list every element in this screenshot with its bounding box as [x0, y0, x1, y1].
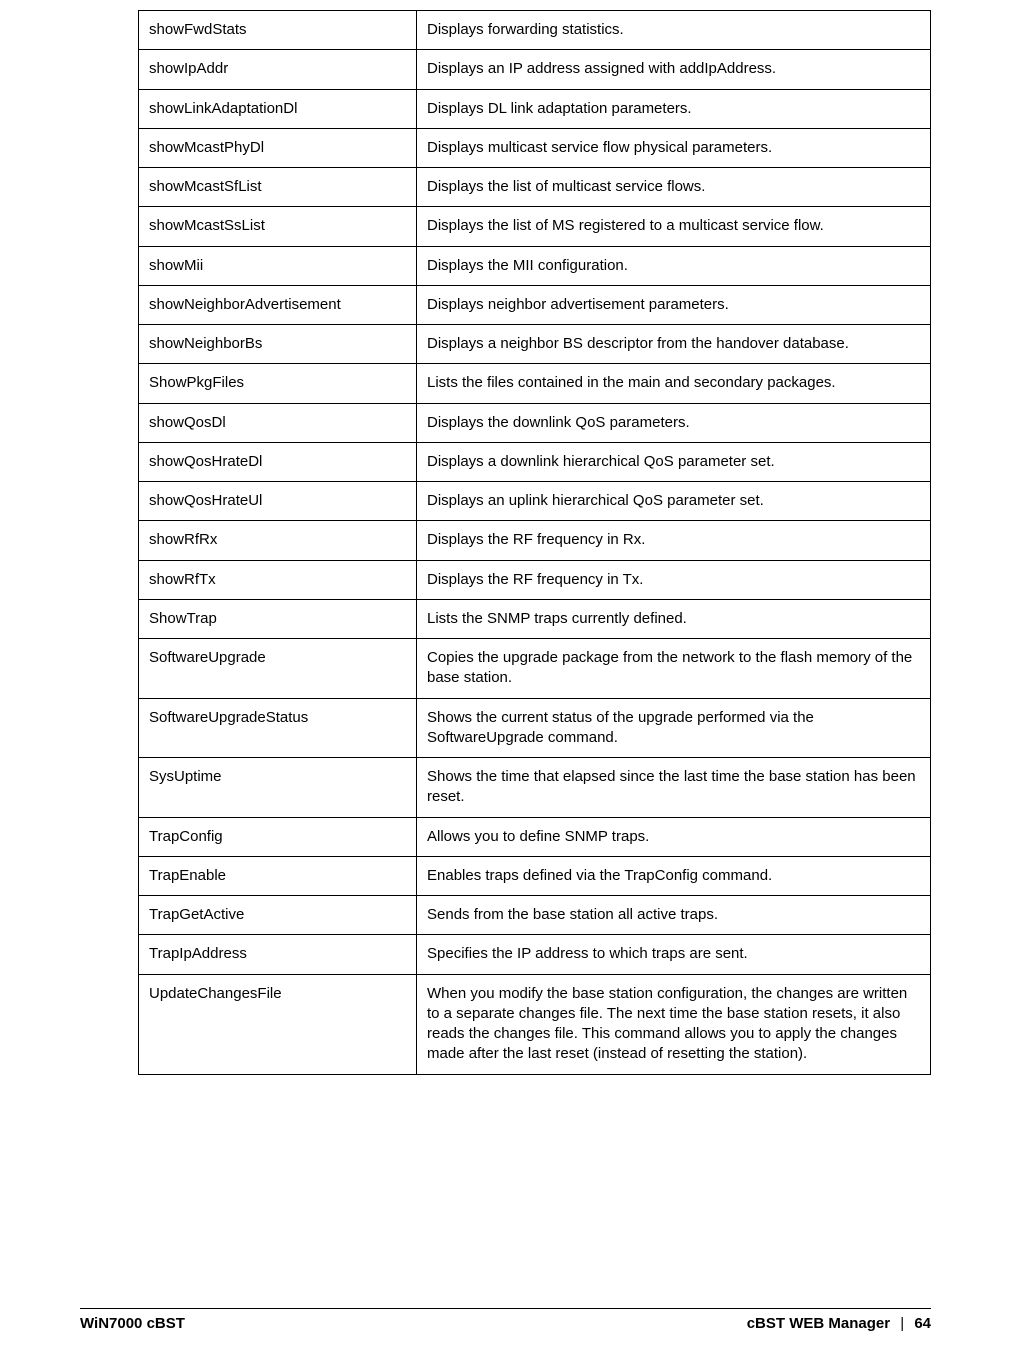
command-name: showRfTx [139, 560, 417, 599]
command-name: ShowPkgFiles [139, 364, 417, 403]
command-name: showQosDl [139, 403, 417, 442]
command-name: showNeighborAdvertisement [139, 285, 417, 324]
table-row: SoftwareUpgradeStatusShows the current s… [139, 698, 931, 758]
table-row: showMcastSsListDisplays the list of MS r… [139, 207, 931, 246]
command-description: Displays the list of MS registered to a … [417, 207, 931, 246]
command-description: Displays DL link adaptation parameters. [417, 89, 931, 128]
command-description: Displays forwarding statistics. [417, 11, 931, 50]
command-description: Displays the downlink QoS parameters. [417, 403, 931, 442]
table-row: TrapEnableEnables traps defined via the … [139, 856, 931, 895]
command-name: showMcastSfList [139, 168, 417, 207]
command-name: showQosHrateDl [139, 442, 417, 481]
table-row: showQosHrateUlDisplays an uplink hierarc… [139, 482, 931, 521]
table-row: SysUptimeShows the time that elapsed sin… [139, 758, 931, 818]
table-row: showMcastPhyDlDisplays multicast service… [139, 128, 931, 167]
command-name: showMii [139, 246, 417, 285]
command-description: Displays an uplink hierarchical QoS para… [417, 482, 931, 521]
table-row: showIpAddrDisplays an IP address assigne… [139, 50, 931, 89]
table-row: TrapConfigAllows you to define SNMP trap… [139, 817, 931, 856]
command-name: SoftwareUpgrade [139, 639, 417, 699]
table-row: showMiiDisplays the MII configuration. [139, 246, 931, 285]
table-row: showFwdStatsDisplays forwarding statisti… [139, 11, 931, 50]
command-name: showFwdStats [139, 11, 417, 50]
command-description: Displays multicast service flow physical… [417, 128, 931, 167]
command-name: showMcastPhyDl [139, 128, 417, 167]
command-name: showRfRx [139, 521, 417, 560]
command-name: showQosHrateUl [139, 482, 417, 521]
table-row: showNeighborBsDisplays a neighbor BS des… [139, 325, 931, 364]
command-description: Displays the RF frequency in Rx. [417, 521, 931, 560]
table-row: UpdateChangesFileWhen you modify the bas… [139, 974, 931, 1074]
command-description: Displays an IP address assigned with add… [417, 50, 931, 89]
command-description: Displays the MII configuration. [417, 246, 931, 285]
command-description: Specifies the IP address to which traps … [417, 935, 931, 974]
command-description: Displays the list of multicast service f… [417, 168, 931, 207]
command-name: showNeighborBs [139, 325, 417, 364]
command-name: TrapIpAddress [139, 935, 417, 974]
command-name: UpdateChangesFile [139, 974, 417, 1074]
table-row: showLinkAdaptationDlDisplays DL link ada… [139, 89, 931, 128]
command-name: TrapEnable [139, 856, 417, 895]
command-name: showLinkAdaptationDl [139, 89, 417, 128]
command-name: showMcastSsList [139, 207, 417, 246]
footer-right: cBST WEB Manager | 64 [747, 1315, 931, 1332]
command-description: Displays the RF frequency in Tx. [417, 560, 931, 599]
page-footer: WiN7000 cBST cBST WEB Manager | 64 [80, 1308, 931, 1332]
table-row: showNeighborAdvertisementDisplays neighb… [139, 285, 931, 324]
command-description: Shows the current status of the upgrade … [417, 698, 931, 758]
table-row: showMcastSfListDisplays the list of mult… [139, 168, 931, 207]
command-description: Lists the files contained in the main an… [417, 364, 931, 403]
table-row: ShowTrapLists the SNMP traps currently d… [139, 599, 931, 638]
command-name: SysUptime [139, 758, 417, 818]
command-name: ShowTrap [139, 599, 417, 638]
command-name: showIpAddr [139, 50, 417, 89]
command-description: When you modify the base station configu… [417, 974, 931, 1074]
table-row: showRfRxDisplays the RF frequency in Rx. [139, 521, 931, 560]
command-description: Shows the time that elapsed since the la… [417, 758, 931, 818]
command-description: Copies the upgrade package from the netw… [417, 639, 931, 699]
command-description: Lists the SNMP traps currently defined. [417, 599, 931, 638]
table-row: SoftwareUpgradeCopies the upgrade packag… [139, 639, 931, 699]
table-row: ShowPkgFilesLists the files contained in… [139, 364, 931, 403]
table-row: showRfTxDisplays the RF frequency in Tx. [139, 560, 931, 599]
table-row: showQosDlDisplays the downlink QoS param… [139, 403, 931, 442]
table-row: showQosHrateDlDisplays a downlink hierar… [139, 442, 931, 481]
command-description: Displays a neighbor BS descriptor from t… [417, 325, 931, 364]
command-description: Displays a downlink hierarchical QoS par… [417, 442, 931, 481]
command-name: TrapConfig [139, 817, 417, 856]
command-name: SoftwareUpgradeStatus [139, 698, 417, 758]
command-name: TrapGetActive [139, 896, 417, 935]
command-description: Enables traps defined via the TrapConfig… [417, 856, 931, 895]
command-description: Sends from the base station all active t… [417, 896, 931, 935]
footer-left: WiN7000 cBST [80, 1315, 185, 1332]
command-table: showFwdStatsDisplays forwarding statisti… [138, 10, 931, 1075]
command-description: Displays neighbor advertisement paramete… [417, 285, 931, 324]
command-description: Allows you to define SNMP traps. [417, 817, 931, 856]
table-row: TrapGetActiveSends from the base station… [139, 896, 931, 935]
table-row: TrapIpAddressSpecifies the IP address to… [139, 935, 931, 974]
